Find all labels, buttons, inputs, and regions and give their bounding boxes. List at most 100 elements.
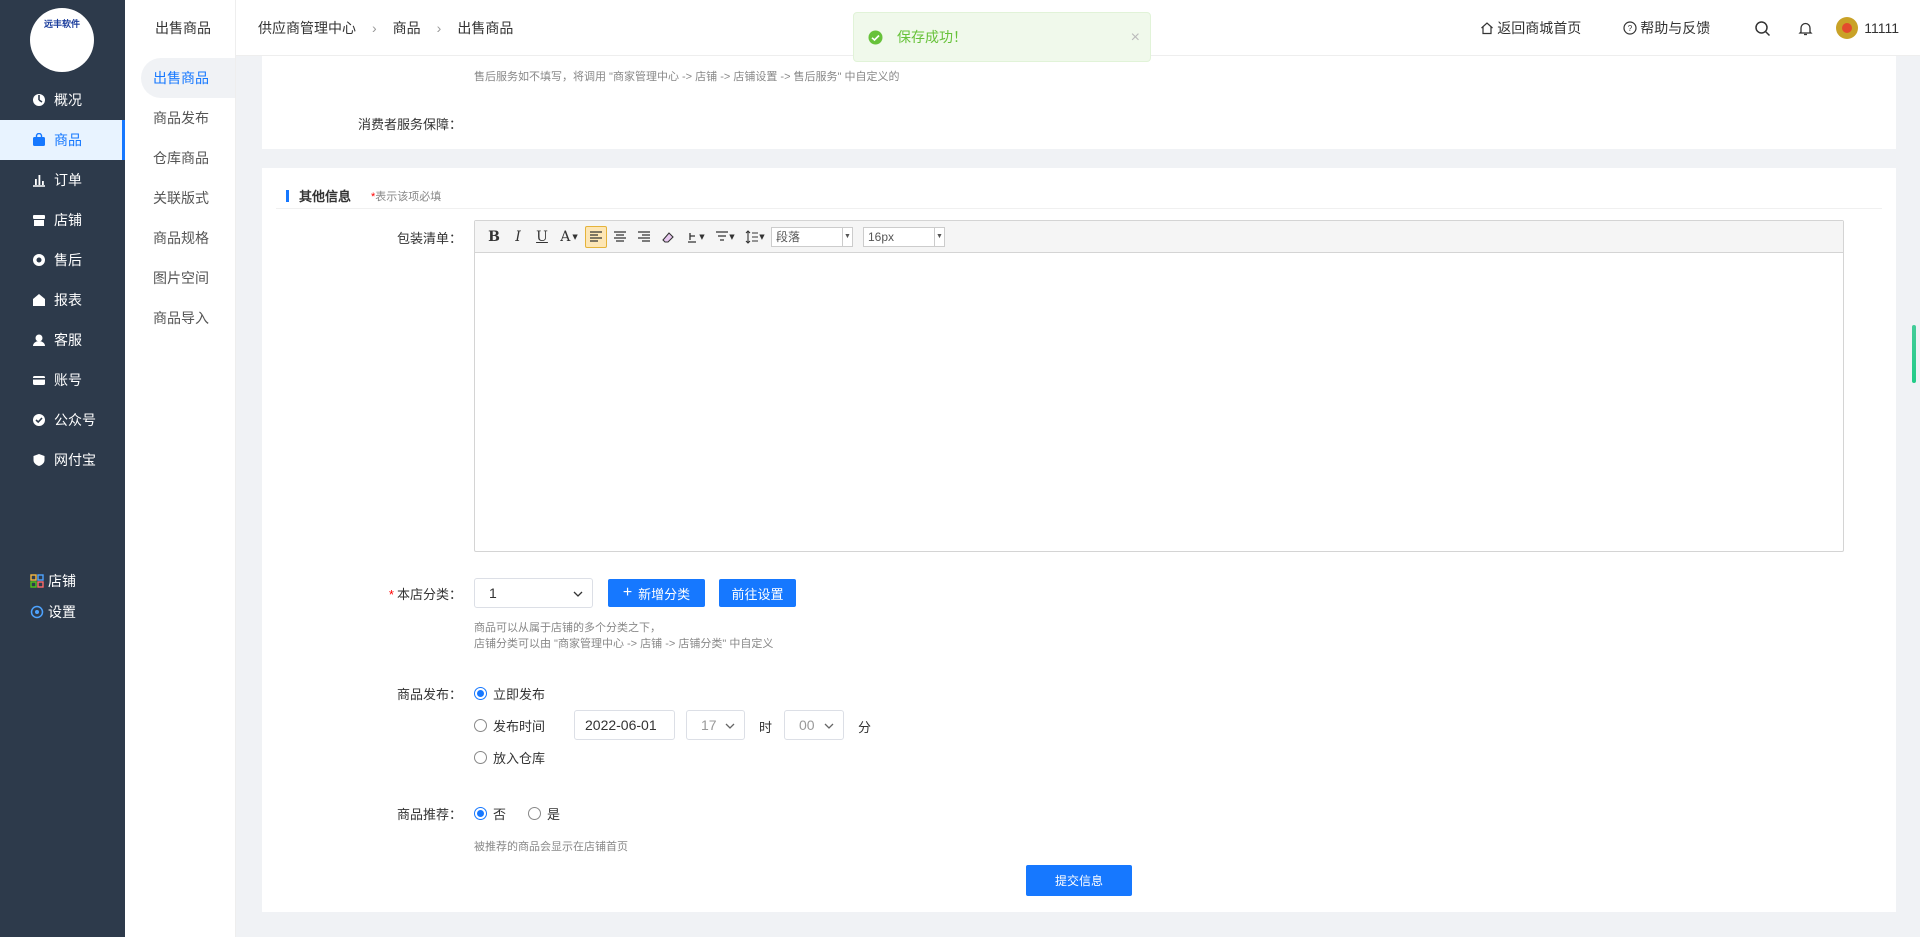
go-settings-button[interactable]: 前往设置	[719, 579, 796, 607]
highlight-button[interactable]: ▼	[681, 226, 709, 248]
sidebar-bottom: 店铺 设置	[30, 565, 76, 627]
recommend-label: 商品推荐：	[396, 807, 462, 822]
line-height-button[interactable]: ▼	[741, 226, 769, 248]
aftersale-icon	[32, 253, 46, 267]
highlight-icon	[688, 232, 697, 243]
grid-icon	[30, 573, 44, 588]
editor-toolbar: B I U A ▼ ▼ ▼ ▼ 段落 ▼ 16px ▼	[475, 221, 1843, 253]
nav-item-service[interactable]: 客服	[0, 320, 125, 360]
sub-item-import[interactable]: 商品导入	[125, 298, 235, 338]
recommend-yes-radio[interactable]: 是	[528, 804, 560, 823]
search-button[interactable]	[1754, 20, 1771, 37]
publish-label: 商品发布：	[396, 687, 462, 702]
nav-item-goods[interactable]: 商品	[0, 120, 125, 160]
account-icon	[32, 373, 46, 387]
nav-label: 账号	[54, 372, 82, 388]
submit-button[interactable]: 提交信息	[1026, 865, 1132, 896]
toast-message: 保存成功！	[897, 29, 967, 45]
add-category-button[interactable]: + 新增分类	[608, 579, 705, 607]
publish-minute-select[interactable]: 00	[784, 710, 844, 740]
nav-label: 报表	[54, 292, 82, 308]
help-link[interactable]: ? 帮助与反馈	[1623, 18, 1710, 38]
caret-down-icon: ▼	[842, 227, 852, 246]
chevron-right-icon: ›	[372, 19, 377, 36]
align-center-button[interactable]	[609, 226, 631, 248]
paragraph-spacing-button[interactable]: ▼	[711, 226, 739, 248]
publish-minute-value: 00	[799, 717, 815, 733]
sub-item-warehouse[interactable]: 仓库商品	[125, 138, 235, 178]
sub-item-template[interactable]: 关联版式	[125, 178, 235, 218]
nav-item-aftersale[interactable]: 售后	[0, 240, 125, 280]
category-hint: 商品可以从属于店铺的多个分类之下， 店铺分类可以由 "商家管理中心 -> 店铺 …	[474, 620, 773, 652]
font-size-select[interactable]: 16px ▼	[863, 226, 945, 247]
bag-icon	[32, 133, 46, 147]
shield-icon	[32, 453, 46, 467]
recommend-no-radio[interactable]: 否	[474, 804, 506, 823]
chevron-right-icon: ›	[436, 19, 442, 36]
recommend-yes-label: 是	[547, 807, 561, 822]
success-toast: 保存成功！ ×	[853, 12, 1151, 62]
publish-date-value: 2022-06-01	[585, 717, 657, 733]
sub-item-selling[interactable]: 出售商品	[141, 58, 235, 98]
gear-icon	[30, 605, 44, 618]
nav-item-orders[interactable]: 订单	[0, 160, 125, 200]
bottom-store-link[interactable]: 店铺	[30, 565, 76, 596]
section-title: 其他信息	[299, 189, 352, 204]
sub-item-publish[interactable]: 商品发布	[125, 98, 235, 138]
nav-label: 店铺	[54, 212, 82, 228]
sub-item-spec[interactable]: 商品规格	[125, 218, 235, 258]
nav-label: 商品	[54, 132, 82, 148]
spacing-icon	[716, 230, 729, 241]
notification-button[interactable]	[1797, 20, 1814, 37]
paragraph-value: 段落	[776, 230, 801, 244]
eraser-button[interactable]	[657, 226, 679, 248]
category-select[interactable]: 1	[474, 578, 593, 608]
paragraph-select[interactable]: 段落 ▼	[771, 226, 853, 247]
align-right-button[interactable]	[633, 226, 655, 248]
required-note-text: 表示该项必填	[375, 190, 442, 203]
sub-sidebar: 出售商品 出售商品 商品发布 仓库商品 关联版式 商品规格 图片空间 商品导入	[125, 0, 236, 937]
aftersale-hint: 售后服务如不填写，将调用 "商家管理中心 -> 店铺 -> 店铺设置 -> 售后…	[474, 71, 900, 83]
align-left-button[interactable]	[585, 225, 607, 248]
radio-dot	[474, 807, 487, 820]
radio-dot	[474, 687, 487, 700]
publish-now-radio[interactable]: 立即发布	[474, 684, 545, 703]
back-home-link[interactable]: 返回商城首页	[1480, 18, 1581, 38]
bottom-settings-link[interactable]: 设置	[30, 596, 76, 627]
category-label: * 本店分类：	[262, 584, 462, 603]
packing-label: 包装清单：	[396, 231, 462, 246]
nav-item-pay[interactable]: 网付宝	[0, 440, 125, 480]
logo[interactable]: 远丰软件	[30, 8, 94, 72]
radio-dot	[528, 807, 541, 820]
breadcrumb-supplier[interactable]: 供应商管理中心	[258, 18, 356, 38]
editor-content[interactable]	[475, 253, 1843, 551]
user-menu[interactable]: 11111	[1836, 17, 1899, 39]
breadcrumb-goods[interactable]: 商品	[393, 18, 421, 38]
nav-item-store[interactable]: 店铺	[0, 200, 125, 240]
svg-text:?: ?	[1628, 24, 1633, 33]
to-warehouse-radio[interactable]: 放入仓库	[474, 748, 545, 767]
font-color-button[interactable]: A ▼	[555, 226, 583, 248]
line-height-icon	[745, 229, 759, 244]
minute-unit: 分	[858, 720, 872, 735]
publish-date-input[interactable]: 2022-06-01	[574, 710, 675, 740]
aftersale-panel: 售后服务如不填写，将调用 "商家管理中心 -> 店铺 -> 店铺设置 -> 售后…	[262, 56, 1896, 149]
nav-item-overview[interactable]: 概况	[0, 80, 125, 120]
nav-label: 概况	[54, 92, 82, 108]
scrollbar-thumb[interactable]	[1912, 325, 1916, 383]
publish-time-radio[interactable]: 发布时间	[474, 716, 545, 735]
close-icon[interactable]: ×	[1131, 29, 1140, 47]
nav-item-account[interactable]: 账号	[0, 360, 125, 400]
radio-dot	[474, 719, 487, 732]
publish-hour-select[interactable]: 17	[686, 710, 745, 740]
sub-item-images[interactable]: 图片空间	[125, 258, 235, 298]
nav-item-wechat[interactable]: 公众号	[0, 400, 125, 440]
italic-button[interactable]: I	[507, 226, 529, 248]
nav-label: 公众号	[54, 412, 96, 428]
service-icon	[32, 333, 46, 347]
bold-button[interactable]: B	[483, 226, 505, 248]
username: 11111	[1864, 20, 1899, 36]
nav-item-report[interactable]: 报表	[0, 280, 125, 320]
underline-button[interactable]: U	[531, 226, 553, 248]
caret-down-icon: ▼	[699, 232, 705, 241]
